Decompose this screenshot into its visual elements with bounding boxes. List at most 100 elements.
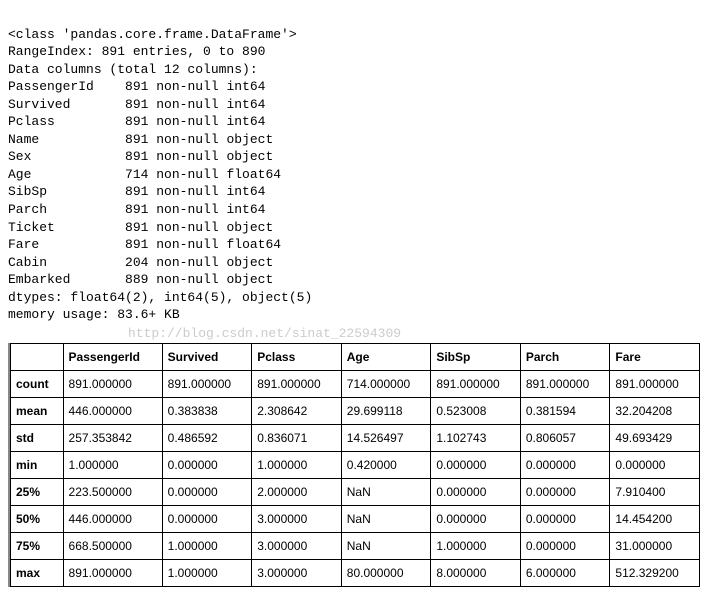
cell-value: 0.000000 <box>162 505 252 532</box>
cell-value: 0.381594 <box>520 397 610 424</box>
row-label: 50% <box>11 505 64 532</box>
cell-value: 891.000000 <box>520 370 610 397</box>
info-class-line: <class 'pandas.core.frame.DataFrame'> <box>8 27 297 42</box>
cell-value: 8.000000 <box>431 559 521 586</box>
info-col-row: Age 714 non-null float64 <box>8 167 281 182</box>
cell-value: 49.693429 <box>610 424 700 451</box>
cell-value: 891.000000 <box>63 559 162 586</box>
cell-value: 1.000000 <box>252 451 342 478</box>
cell-value: 668.500000 <box>63 532 162 559</box>
cell-value: 512.329200 <box>610 559 700 586</box>
cell-value: 14.454200 <box>610 505 700 532</box>
info-col-row: Sex 891 non-null object <box>8 149 273 164</box>
cell-value: 0.486592 <box>162 424 252 451</box>
cell-value: 0.000000 <box>610 451 700 478</box>
row-label: max <box>11 559 64 586</box>
table-row: std257.3538420.4865920.83607114.5264971.… <box>11 424 700 451</box>
table-row: 50%446.0000000.0000003.000000NaN0.000000… <box>11 505 700 532</box>
info-col-row: Embarked 889 non-null object <box>8 272 273 287</box>
describe-header: Pclass <box>252 343 342 370</box>
table-row: max891.0000001.0000003.00000080.0000008.… <box>11 559 700 586</box>
watermark-text: http://blog.csdn.net/sinat_22594309 <box>128 326 703 341</box>
describe-header: PassengerId <box>63 343 162 370</box>
cell-value: 3.000000 <box>252 505 342 532</box>
info-col-row: PassengerId 891 non-null int64 <box>8 79 265 94</box>
info-col-row: Survived 891 non-null int64 <box>8 97 265 112</box>
cell-value: 0.000000 <box>162 478 252 505</box>
row-label: mean <box>11 397 64 424</box>
cell-value: 0.000000 <box>520 451 610 478</box>
row-label: count <box>11 370 64 397</box>
cell-value: 0.000000 <box>431 505 521 532</box>
describe-header: Fare <box>610 343 700 370</box>
cell-value: 80.000000 <box>341 559 431 586</box>
info-data-columns-header: Data columns (total 12 columns): <box>8 62 258 77</box>
cell-value: 1.102743 <box>431 424 521 451</box>
cell-value: 0.000000 <box>520 532 610 559</box>
cell-value: 0.383838 <box>162 397 252 424</box>
cell-value: 6.000000 <box>520 559 610 586</box>
cell-value: 714.000000 <box>341 370 431 397</box>
info-col-row: Fare 891 non-null float64 <box>8 237 281 252</box>
table-row: mean446.0000000.3838382.30864229.6991180… <box>11 397 700 424</box>
cell-value: 29.699118 <box>341 397 431 424</box>
info-col-row: Parch 891 non-null int64 <box>8 202 265 217</box>
cell-value: 3.000000 <box>252 559 342 586</box>
row-label: std <box>11 424 64 451</box>
cell-value: 0.420000 <box>341 451 431 478</box>
describe-header-blank <box>11 343 64 370</box>
info-col-row: Name 891 non-null object <box>8 132 273 147</box>
row-label: min <box>11 451 64 478</box>
cell-value: 0.000000 <box>520 478 610 505</box>
describe-header-row: PassengerId Survived Pclass Age SibSp Pa… <box>11 343 700 370</box>
describe-header: SibSp <box>431 343 521 370</box>
cell-value: 1.000000 <box>431 532 521 559</box>
row-label: 75% <box>11 532 64 559</box>
cell-value: 1.000000 <box>162 532 252 559</box>
row-label: 25% <box>11 478 64 505</box>
cell-value: 446.000000 <box>63 505 162 532</box>
info-dtypes: dtypes: float64(2), int64(5), object(5) <box>8 290 312 305</box>
cell-value: 446.000000 <box>63 397 162 424</box>
cell-value: NaN <box>341 505 431 532</box>
cell-value: 891.000000 <box>431 370 521 397</box>
cell-value: 891.000000 <box>162 370 252 397</box>
cell-value: 891.000000 <box>610 370 700 397</box>
cell-value: NaN <box>341 532 431 559</box>
cell-value: 0.836071 <box>252 424 342 451</box>
cell-value: 1.000000 <box>162 559 252 586</box>
table-row: min1.0000000.0000001.0000000.4200000.000… <box>11 451 700 478</box>
table-row: 75%668.5000001.0000003.000000NaN1.000000… <box>11 532 700 559</box>
info-col-row: Pclass 891 non-null int64 <box>8 114 265 129</box>
cell-value: 0.000000 <box>431 478 521 505</box>
info-col-row: Cabin 204 non-null object <box>8 255 273 270</box>
info-range-index: RangeIndex: 891 entries, 0 to 890 <box>8 44 265 59</box>
cell-value: 0.000000 <box>431 451 521 478</box>
describe-table: PassengerId Survived Pclass Age SibSp Pa… <box>10 343 700 587</box>
cell-value: 7.910400 <box>610 478 700 505</box>
cell-value: 0.806057 <box>520 424 610 451</box>
describe-header: Survived <box>162 343 252 370</box>
cell-value: 3.000000 <box>252 532 342 559</box>
dataframe-info-block: <class 'pandas.core.frame.DataFrame'> Ra… <box>8 8 703 324</box>
describe-header: Age <box>341 343 431 370</box>
cell-value: 14.526497 <box>341 424 431 451</box>
cell-value: 2.000000 <box>252 478 342 505</box>
info-memory: memory usage: 83.6+ KB <box>8 307 180 322</box>
cell-value: 31.000000 <box>610 532 700 559</box>
cell-value: 257.353842 <box>63 424 162 451</box>
cell-value: 0.000000 <box>162 451 252 478</box>
cell-value: 2.308642 <box>252 397 342 424</box>
table-row: count891.000000891.000000891.000000714.0… <box>11 370 700 397</box>
info-col-row: Ticket 891 non-null object <box>8 220 273 235</box>
describe-header: Parch <box>520 343 610 370</box>
cell-value: 0.523008 <box>431 397 521 424</box>
cell-value: 223.500000 <box>63 478 162 505</box>
cell-value: 1.000000 <box>63 451 162 478</box>
cell-value: 891.000000 <box>63 370 162 397</box>
cell-value: 891.000000 <box>252 370 342 397</box>
cell-value: NaN <box>341 478 431 505</box>
cell-value: 0.000000 <box>520 505 610 532</box>
info-col-row: SibSp 891 non-null int64 <box>8 184 265 199</box>
table-row: 25%223.5000000.0000002.000000NaN0.000000… <box>11 478 700 505</box>
